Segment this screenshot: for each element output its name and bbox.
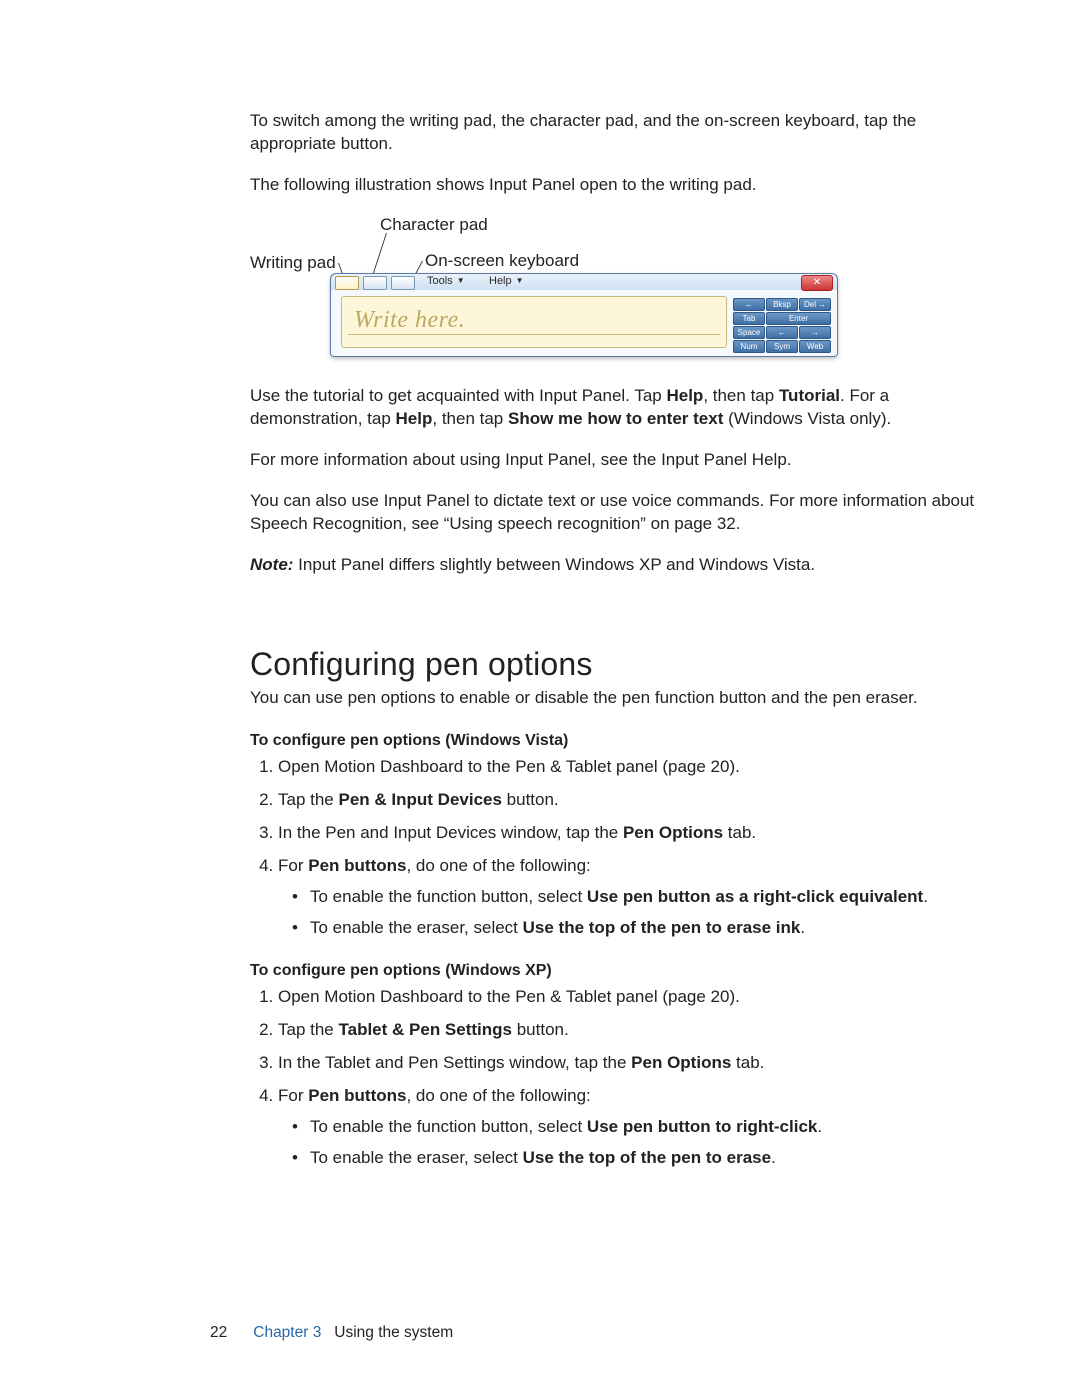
tools-menu[interactable]: Tools ▼ bbox=[427, 275, 465, 287]
list-item: To enable the function button, select Us… bbox=[290, 886, 990, 909]
menu-label: Help bbox=[489, 275, 512, 287]
list-item: To enable the eraser, select Use the top… bbox=[290, 1147, 990, 1170]
chevron-down-icon: ▼ bbox=[516, 276, 524, 285]
input-panel-illustration: Writing pad Character pad On-screen keyb… bbox=[250, 215, 840, 365]
body-text: Use the tutorial to get acquainted with … bbox=[250, 385, 990, 431]
page-number: 22 bbox=[210, 1324, 227, 1342]
list-item: Open Motion Dashboard to the Pen & Table… bbox=[278, 986, 990, 1009]
character-pad-tab[interactable] bbox=[363, 276, 387, 290]
help-menu[interactable]: Help ▼ bbox=[489, 275, 524, 287]
close-button[interactable]: ✕ bbox=[801, 275, 833, 291]
onscreen-keyboard-tab[interactable] bbox=[391, 276, 415, 290]
note-label: Note: bbox=[250, 555, 293, 574]
list-item: To enable the eraser, select Use the top… bbox=[290, 917, 990, 940]
body-text: You can also use Input Panel to dictate … bbox=[250, 490, 990, 536]
chevron-down-icon: ▼ bbox=[457, 276, 465, 285]
key-enter[interactable]: Enter bbox=[766, 312, 831, 325]
list-item: For Pen buttons, do one of the following… bbox=[278, 855, 990, 940]
note: Note: Input Panel differs slightly betwe… bbox=[250, 554, 990, 577]
chapter-label: Chapter 3 bbox=[253, 1324, 321, 1341]
key-sym[interactable]: Sym bbox=[766, 340, 798, 353]
callout-on-screen-kbd: On-screen keyboard bbox=[425, 251, 579, 271]
callout-character-pad: Character pad bbox=[380, 215, 488, 235]
list-item: Open Motion Dashboard to the Pen & Table… bbox=[278, 756, 990, 779]
key-web[interactable]: Web bbox=[799, 340, 831, 353]
list-item: For Pen buttons, do one of the following… bbox=[278, 1085, 990, 1170]
list-item: Tap the Pen & Input Devices button. bbox=[278, 789, 990, 812]
menu-label: Tools bbox=[427, 275, 453, 287]
edit-key-cluster: ← Bksp Del→ Tab Enter Space ← → Num Sym … bbox=[733, 298, 831, 353]
body-text: For more information about using Input P… bbox=[250, 449, 990, 472]
input-panel-window: Tools ▼ Help ▼ ✕ Write here. ← Bksp Del→… bbox=[330, 273, 838, 357]
key-bksp[interactable]: Bksp bbox=[766, 298, 798, 311]
body-text: To switch among the writing pad, the cha… bbox=[250, 110, 990, 156]
page: To switch among the writing pad, the cha… bbox=[0, 0, 1080, 1397]
body-text: The following illustration shows Input P… bbox=[250, 174, 990, 197]
procedure-heading-xp: To configure pen options (Windows XP) bbox=[250, 962, 990, 980]
procedure-heading-vista: To configure pen options (Windows Vista) bbox=[250, 732, 990, 750]
writing-pad-tab[interactable] bbox=[335, 276, 359, 290]
key-tab[interactable]: Tab bbox=[733, 312, 765, 325]
chapter-title bbox=[326, 1324, 335, 1341]
writing-area[interactable]: Write here. bbox=[341, 296, 727, 348]
writing-placeholder: Write here. bbox=[342, 297, 726, 334]
key-bksp-arrow[interactable]: ← bbox=[733, 298, 765, 311]
body-text: You can use pen options to enable or dis… bbox=[250, 687, 990, 710]
key-num[interactable]: Num bbox=[733, 340, 765, 353]
list-item: To enable the function button, select Us… bbox=[290, 1116, 990, 1139]
key-space[interactable]: Space bbox=[733, 326, 765, 339]
key-right[interactable]: → bbox=[799, 326, 831, 339]
list-item: In the Pen and Input Devices window, tap… bbox=[278, 822, 990, 845]
procedure-steps: Open Motion Dashboard to the Pen & Table… bbox=[250, 756, 990, 940]
list-item: Tap the Tablet & Pen Settings button. bbox=[278, 1019, 990, 1042]
list-item: In the Tablet and Pen Settings window, t… bbox=[278, 1052, 990, 1075]
procedure-steps: Open Motion Dashboard to the Pen & Table… bbox=[250, 986, 990, 1170]
key-left[interactable]: ← bbox=[766, 326, 798, 339]
page-footer: 22 Chapter 3 Using the system bbox=[210, 1324, 453, 1342]
section-heading: Configuring pen options bbox=[250, 646, 990, 683]
key-del[interactable]: Del→ bbox=[799, 298, 831, 311]
callout-writing-pad: Writing pad bbox=[250, 253, 336, 273]
